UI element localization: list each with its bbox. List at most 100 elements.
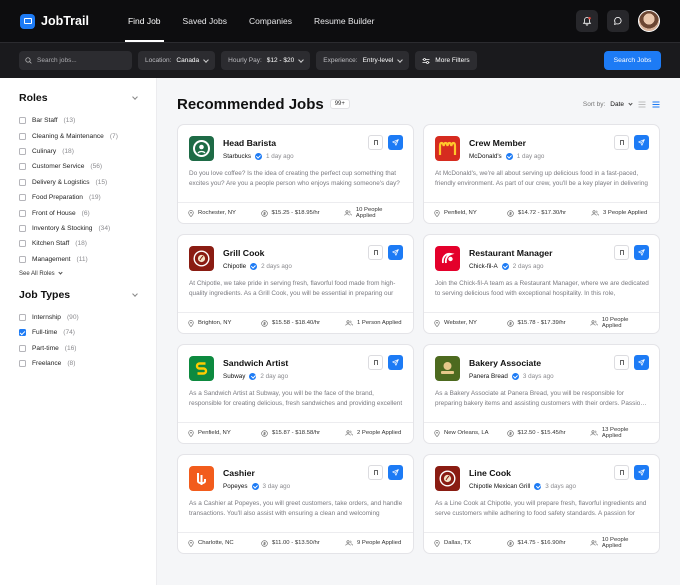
filter-option[interactable]: Delivery & Logistics (15): [19, 175, 137, 190]
job-card[interactable]: Cashier Popeyes 3 day ago As a Cashier at P…: [177, 454, 414, 554]
apply-button[interactable]: [388, 245, 403, 260]
nav-companies[interactable]: Companies: [238, 0, 303, 42]
company-name[interactable]: Popeyes: [223, 483, 248, 490]
apply-button[interactable]: [634, 135, 649, 150]
job-title[interactable]: Head Barista: [223, 138, 294, 148]
filter-option[interactable]: Freelance (8): [19, 356, 137, 371]
job-title[interactable]: Line Cook: [469, 468, 576, 478]
sort-control[interactable]: Sort by: Date: [583, 101, 633, 108]
job-title[interactable]: Cashier: [223, 468, 290, 478]
apply-button[interactable]: [634, 355, 649, 370]
grid-view-icon[interactable]: [652, 101, 660, 108]
job-title[interactable]: Bakery Associate: [469, 358, 554, 368]
checkbox[interactable]: [19, 224, 26, 232]
checkbox[interactable]: [19, 163, 26, 171]
job-card[interactable]: Grill Cook Chipotle 2 days ago At Chipotle,…: [177, 234, 414, 334]
checkbox[interactable]: [19, 117, 26, 125]
job-card[interactable]: Crew Member McDonald's 1 day ago At McDonal…: [423, 124, 660, 224]
nav-resume-builder[interactable]: Resume Builder: [303, 0, 385, 42]
see-all-roles-link[interactable]: See All Roles: [19, 270, 137, 277]
checkbox[interactable]: [19, 132, 26, 140]
checkbox[interactable]: [19, 194, 26, 202]
pay-text: $15.87 - $18.58/hr: [272, 430, 321, 436]
list-view-icon[interactable]: [638, 101, 646, 108]
avatar[interactable]: [638, 10, 660, 32]
filter-option[interactable]: Inventory & Stocking (34): [19, 221, 137, 236]
checkbox[interactable]: [19, 255, 26, 263]
company-name[interactable]: Chipotle: [223, 263, 246, 270]
checkbox[interactable]: [19, 314, 26, 322]
checkbox[interactable]: [19, 344, 26, 352]
people-icon: [344, 210, 352, 216]
filter-option[interactable]: Management (11): [19, 252, 137, 267]
search-input[interactable]: Search jobs...: [19, 51, 132, 70]
job-card[interactable]: Line Cook Chipotle Mexican Grill 3 days ag…: [423, 454, 660, 554]
filter-option[interactable]: Customer Service (56): [19, 159, 137, 174]
company-name[interactable]: Chick-fil-A: [469, 263, 498, 270]
filter-option[interactable]: Food Preparation (19): [19, 190, 137, 205]
bookmark-button[interactable]: [368, 135, 383, 150]
job-types-header[interactable]: Job Types: [19, 289, 138, 301]
filter-option[interactable]: Cleaning & Maintenance (7): [19, 128, 137, 143]
people-icon: [591, 210, 599, 216]
bookmark-button[interactable]: [614, 245, 629, 260]
bookmark-button[interactable]: [368, 355, 383, 370]
card-footer: Penfield, NY $14.72 - $17.30/hr 3 People A…: [424, 202, 659, 223]
hourly-pay-filter[interactable]: Hourly Pay: $12 - $20: [221, 51, 311, 70]
app-logo[interactable]: JobTrail: [20, 13, 89, 29]
job-card[interactable]: Restaurant Manager Chick-fil-A 2 days ago J…: [423, 234, 660, 334]
filter-option[interactable]: Culinary (18): [19, 144, 137, 159]
checkbox[interactable]: [19, 240, 26, 248]
job-title[interactable]: Restaurant Manager: [469, 248, 553, 258]
bookmark-button[interactable]: [614, 135, 629, 150]
bookmark-button[interactable]: [368, 465, 383, 480]
location-filter[interactable]: Location: Canada: [138, 51, 216, 70]
experience-filter[interactable]: Experience: Entry-level: [316, 51, 410, 70]
filter-option[interactable]: Internship (90): [19, 310, 137, 325]
checkbox[interactable]: [19, 329, 26, 337]
nav-saved-jobs[interactable]: Saved Jobs: [172, 0, 238, 42]
company-logo: [435, 136, 460, 161]
apply-button[interactable]: [388, 465, 403, 480]
bookmark-button[interactable]: [614, 355, 629, 370]
roles-header[interactable]: Roles: [19, 92, 138, 104]
filter-option[interactable]: Full-time (74): [19, 325, 137, 340]
job-title[interactable]: Crew Member: [469, 138, 544, 148]
filter-option[interactable]: Part-time (16): [19, 341, 137, 356]
filter-option[interactable]: Bar Staff (13): [19, 113, 137, 128]
location-value: Canada: [176, 57, 200, 64]
job-card[interactable]: Sandwich Artist Subway 2 day ago As a Sandw…: [177, 344, 414, 444]
bookmark-button[interactable]: [614, 465, 629, 480]
apply-button[interactable]: [634, 465, 649, 480]
checkbox[interactable]: [19, 360, 26, 368]
search-jobs-button[interactable]: Search Jobs: [604, 51, 661, 70]
nav-find-job[interactable]: Find Job: [117, 0, 172, 42]
filter-count: (19): [88, 194, 101, 202]
bookmark-button[interactable]: [368, 245, 383, 260]
filter-option[interactable]: Kitchen Staff (18): [19, 236, 137, 251]
posted-time: 2 days ago: [261, 263, 292, 270]
filter-option[interactable]: Front of House (6): [19, 205, 137, 220]
checkbox[interactable]: [19, 209, 26, 217]
apply-button[interactable]: [634, 245, 649, 260]
job-card[interactable]: Head Barista Starbucks 1 day ago Do you lov…: [177, 124, 414, 224]
company-name[interactable]: Starbucks: [223, 153, 251, 160]
company-name[interactable]: McDonald's: [469, 153, 502, 160]
company-name[interactable]: Chipotle Mexican Grill: [469, 483, 530, 490]
card-footer: New Orleans, LA $12.50 - $15.45/hr 13 Peop…: [424, 422, 659, 443]
job-card[interactable]: Bakery Associate Panera Bread 3 days ago As…: [423, 344, 660, 444]
job-title[interactable]: Sandwich Artist: [223, 358, 288, 368]
filter-label: Culinary: [32, 147, 57, 155]
checkbox[interactable]: [19, 147, 26, 155]
apply-button[interactable]: [388, 135, 403, 150]
checkbox[interactable]: [19, 178, 26, 186]
notification-button[interactable]: [576, 10, 598, 32]
more-filters-button[interactable]: More Filters: [415, 51, 477, 70]
filter-label: Kitchen Staff: [32, 240, 70, 248]
company-name[interactable]: Panera Bread: [469, 373, 508, 380]
job-title[interactable]: Grill Cook: [223, 248, 292, 258]
job-pay: $15.25 - $18.95/hr: [260, 209, 344, 217]
apply-button[interactable]: [388, 355, 403, 370]
messages-button[interactable]: [607, 10, 629, 32]
company-name[interactable]: Subway: [223, 373, 245, 380]
